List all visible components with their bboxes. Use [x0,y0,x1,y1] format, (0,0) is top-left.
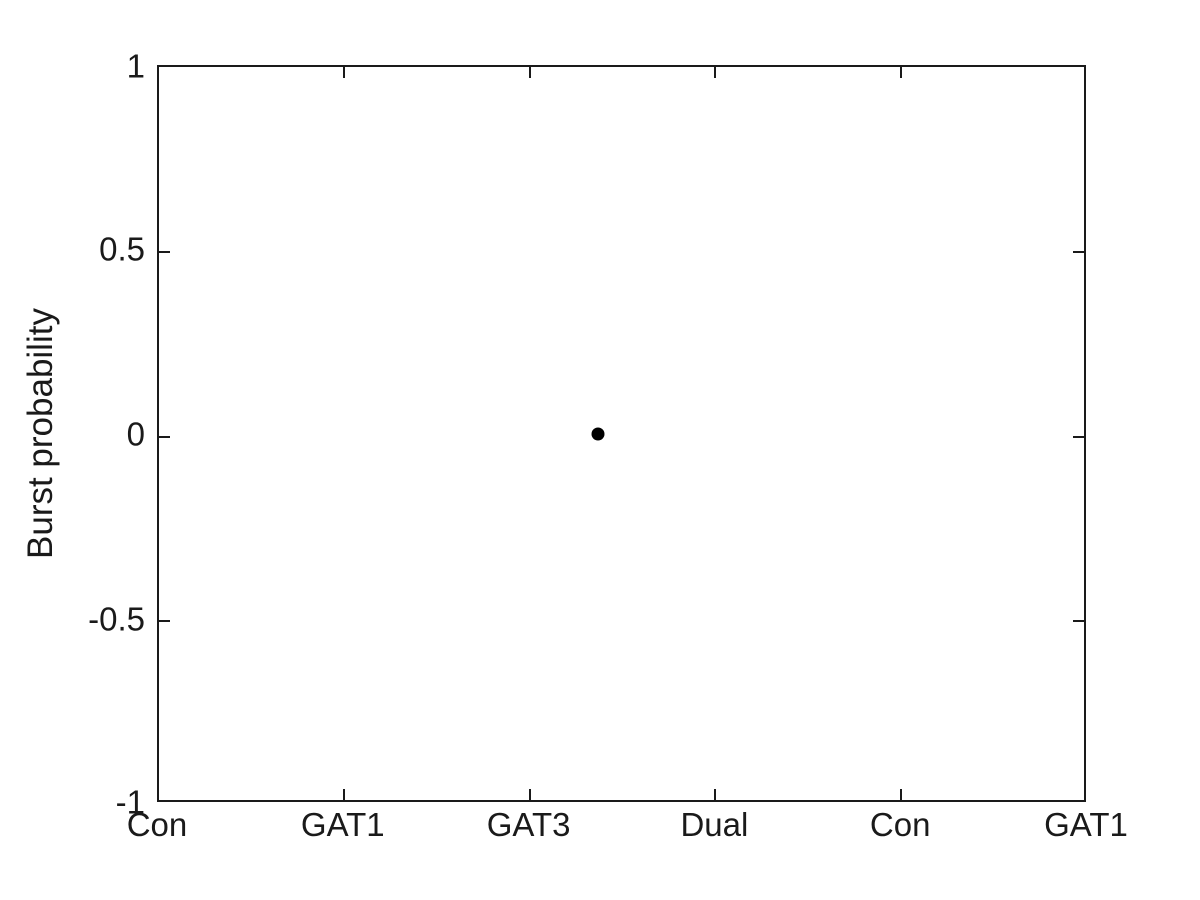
y-axis-label: Burst probability [21,308,60,559]
y-tick-label-0-5: 0.5 [99,230,145,268]
plot-area [157,65,1086,802]
data-point-marker [591,427,605,440]
x-tick-label-6: GAT1 [1044,806,1128,843]
x-tick-label-1: Con [126,806,188,843]
data-layer [159,67,1084,800]
x-tick-label-3: GAT3 [486,806,571,843]
figure-canvas: Burst probability -1 -0.5 0 0.5 1 Con GA… [0,0,1200,900]
y-tick-label-0: 0 [126,415,145,452]
y-tick-label-neg0-5: -0.5 [88,600,145,638]
x-tick-label-4: Dual [680,806,749,843]
x-tick-label-5: Con [869,806,931,843]
y-tick-label-1: 1 [126,47,145,85]
x-tick-label-2: GAT1 [300,806,385,843]
